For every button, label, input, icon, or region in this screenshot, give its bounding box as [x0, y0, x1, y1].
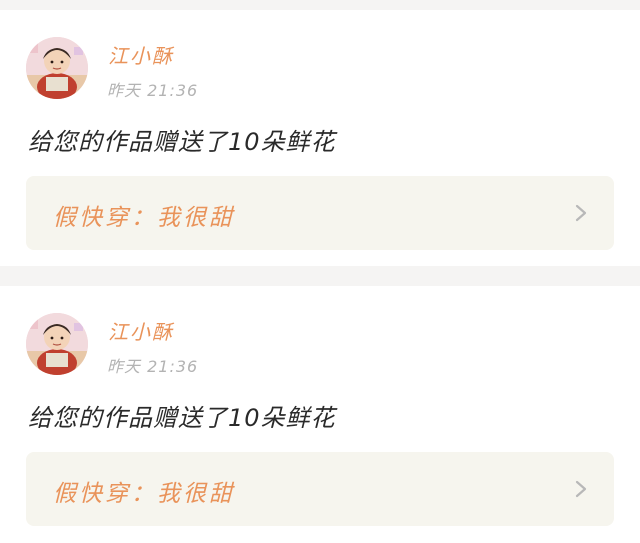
gift-message: 给您的作品赠送了10朵鲜花: [28, 404, 336, 432]
chevron-right-icon: [574, 479, 588, 499]
work-link[interactable]: 假快穿：我很甜: [26, 176, 614, 250]
chevron-right-icon: [574, 203, 588, 223]
timestamp: 昨天 21:36: [107, 357, 199, 376]
gift-message: 给您的作品赠送了10朵鲜花: [28, 128, 336, 156]
avatar[interactable]: [26, 37, 88, 99]
work-link[interactable]: 假快穿：我很甜: [26, 452, 614, 526]
timestamp: 昨天 21:36: [107, 81, 199, 100]
work-title: 假快穿：我很甜: [53, 205, 235, 231]
gift-notification-card: 江小酥 昨天 21:36 给您的作品赠送了10朵鲜花 假快穿：我很甜: [0, 10, 640, 266]
username[interactable]: 江小酥: [108, 316, 174, 345]
avatar-image: [26, 37, 88, 99]
avatar-image: [26, 313, 88, 375]
gift-notification-feed: 江小酥 昨天 21:36 给您的作品赠送了10朵鲜花 假快穿：我很甜 江小酥 昨…: [0, 0, 640, 543]
work-title: 假快穿：我很甜: [53, 481, 235, 507]
username[interactable]: 江小酥: [108, 40, 174, 69]
avatar[interactable]: [26, 313, 88, 375]
gift-notification-card: 江小酥 昨天 21:36 给您的作品赠送了10朵鲜花 假快穿：我很甜: [0, 286, 640, 543]
